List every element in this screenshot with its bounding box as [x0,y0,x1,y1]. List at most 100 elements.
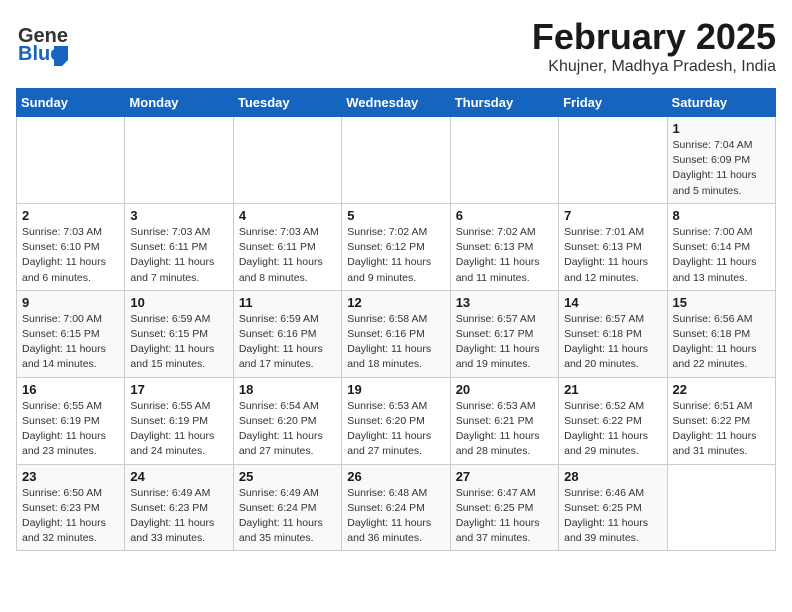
calendar-cell: 28 Sunrise: 6:46 AM Sunset: 6:25 PM Dayli… [559,464,667,551]
calendar-cell: 16 Sunrise: 6:55 AM Sunset: 6:19 PM Dayli… [17,377,125,464]
day-number: 9 [22,295,119,310]
day-info: Sunrise: 7:02 AM Sunset: 6:12 PM Dayligh… [347,225,444,286]
day-info: Sunrise: 7:03 AM Sunset: 6:10 PM Dayligh… [22,225,119,286]
day-info: Sunrise: 7:00 AM Sunset: 6:14 PM Dayligh… [673,225,770,286]
calendar-cell [125,117,233,204]
day-number: 10 [130,295,227,310]
calendar-cell: 6 Sunrise: 7:02 AM Sunset: 6:13 PM Daylig… [450,203,558,290]
day-info: Sunrise: 6:53 AM Sunset: 6:21 PM Dayligh… [456,399,553,460]
day-number: 21 [564,382,661,397]
day-info: Sunrise: 6:58 AM Sunset: 6:16 PM Dayligh… [347,312,444,373]
day-info: Sunrise: 6:55 AM Sunset: 6:19 PM Dayligh… [130,399,227,460]
weekday-header-sunday: Sunday [17,89,125,117]
calendar-week-row: 9 Sunrise: 7:00 AM Sunset: 6:15 PM Daylig… [17,290,776,377]
calendar-cell: 11Sunrise: 6:59 AM Sunset: 6:16 PM Dayli… [233,290,341,377]
day-info: Sunrise: 6:49 AM Sunset: 6:23 PM Dayligh… [130,486,227,547]
calendar-cell [342,117,450,204]
calendar-cell [559,117,667,204]
day-info: Sunrise: 6:54 AM Sunset: 6:20 PM Dayligh… [239,399,336,460]
weekday-header-wednesday: Wednesday [342,89,450,117]
day-number: 22 [673,382,770,397]
calendar-week-row: 2 Sunrise: 7:03 AM Sunset: 6:10 PM Daylig… [17,203,776,290]
day-number: 3 [130,208,227,223]
day-info: Sunrise: 6:57 AM Sunset: 6:18 PM Dayligh… [564,312,661,373]
day-info: Sunrise: 6:59 AM Sunset: 6:16 PM Dayligh… [239,312,336,373]
day-number: 6 [456,208,553,223]
calendar-title: February 2025 [532,16,776,58]
calendar-week-row: 23 Sunrise: 6:50 AM Sunset: 6:23 PM Dayli… [17,464,776,551]
day-info: Sunrise: 7:02 AM Sunset: 6:13 PM Dayligh… [456,225,553,286]
day-info: Sunrise: 6:48 AM Sunset: 6:24 PM Dayligh… [347,486,444,547]
day-info: Sunrise: 6:51 AM Sunset: 6:22 PM Dayligh… [673,399,770,460]
day-number: 26 [347,469,444,484]
page-header: General Blue February 2025 Khujner, Madh… [16,16,776,76]
weekday-header-friday: Friday [559,89,667,117]
day-number: 16 [22,382,119,397]
day-info: Sunrise: 7:01 AM Sunset: 6:13 PM Dayligh… [564,225,661,286]
day-info: Sunrise: 6:46 AM Sunset: 6:25 PM Dayligh… [564,486,661,547]
day-number: 1 [673,121,770,136]
calendar-cell [233,117,341,204]
day-number: 8 [673,208,770,223]
day-number: 2 [22,208,119,223]
calendar-cell: 17Sunrise: 6:55 AM Sunset: 6:19 PM Dayli… [125,377,233,464]
day-info: Sunrise: 6:55 AM Sunset: 6:19 PM Dayligh… [22,399,119,460]
calendar-week-row: 16 Sunrise: 6:55 AM Sunset: 6:19 PM Dayli… [17,377,776,464]
day-number: 5 [347,208,444,223]
calendar-cell: 25Sunrise: 6:49 AM Sunset: 6:24 PM Dayli… [233,464,341,551]
day-info: Sunrise: 6:59 AM Sunset: 6:15 PM Dayligh… [130,312,227,373]
calendar-cell: 9 Sunrise: 7:00 AM Sunset: 6:15 PM Daylig… [17,290,125,377]
title-section: February 2025 Khujner, Madhya Pradesh, I… [532,16,776,76]
day-number: 12 [347,295,444,310]
weekday-header-row: SundayMondayTuesdayWednesdayThursdayFrid… [17,89,776,117]
calendar-cell: 22 Sunrise: 6:51 AM Sunset: 6:22 PM Dayli… [667,377,775,464]
calendar-cell: 2 Sunrise: 7:03 AM Sunset: 6:10 PM Daylig… [17,203,125,290]
weekday-header-saturday: Saturday [667,89,775,117]
calendar-cell: 27 Sunrise: 6:47 AM Sunset: 6:25 PM Dayli… [450,464,558,551]
day-number: 20 [456,382,553,397]
calendar-cell: 18 Sunrise: 6:54 AM Sunset: 6:20 PM Dayli… [233,377,341,464]
calendar-cell: 23 Sunrise: 6:50 AM Sunset: 6:23 PM Dayli… [17,464,125,551]
day-number: 19 [347,382,444,397]
calendar-cell: 4Sunrise: 7:03 AM Sunset: 6:11 PM Daylig… [233,203,341,290]
day-number: 24 [130,469,227,484]
day-info: Sunrise: 6:56 AM Sunset: 6:18 PM Dayligh… [673,312,770,373]
calendar-cell: 19 Sunrise: 6:53 AM Sunset: 6:20 PM Dayli… [342,377,450,464]
weekday-header-monday: Monday [125,89,233,117]
day-info: Sunrise: 7:04 AM Sunset: 6:09 PM Dayligh… [673,138,770,199]
calendar-cell: 13 Sunrise: 6:57 AM Sunset: 6:17 PM Dayli… [450,290,558,377]
day-info: Sunrise: 6:47 AM Sunset: 6:25 PM Dayligh… [456,486,553,547]
calendar-week-row: 1 Sunrise: 7:04 AM Sunset: 6:09 PM Daylig… [17,117,776,204]
day-number: 27 [456,469,553,484]
calendar-cell [17,117,125,204]
day-number: 18 [239,382,336,397]
day-info: Sunrise: 7:00 AM Sunset: 6:15 PM Dayligh… [22,312,119,373]
day-info: Sunrise: 6:57 AM Sunset: 6:17 PM Dayligh… [456,312,553,373]
day-number: 7 [564,208,661,223]
day-number: 13 [456,295,553,310]
calendar-cell: 3 Sunrise: 7:03 AM Sunset: 6:11 PM Daylig… [125,203,233,290]
logo-icon: General Blue [16,16,68,68]
calendar-cell: 10 Sunrise: 6:59 AM Sunset: 6:15 PM Dayli… [125,290,233,377]
day-info: Sunrise: 7:03 AM Sunset: 6:11 PM Dayligh… [130,225,227,286]
weekday-header-thursday: Thursday [450,89,558,117]
calendar-cell: 26 Sunrise: 6:48 AM Sunset: 6:24 PM Dayli… [342,464,450,551]
calendar-cell: 15 Sunrise: 6:56 AM Sunset: 6:18 PM Dayli… [667,290,775,377]
day-info: Sunrise: 6:50 AM Sunset: 6:23 PM Dayligh… [22,486,119,547]
calendar-cell: 20 Sunrise: 6:53 AM Sunset: 6:21 PM Dayli… [450,377,558,464]
day-info: Sunrise: 6:49 AM Sunset: 6:24 PM Dayligh… [239,486,336,547]
day-number: 14 [564,295,661,310]
calendar-cell: 24 Sunrise: 6:49 AM Sunset: 6:23 PM Dayli… [125,464,233,551]
day-info: Sunrise: 6:53 AM Sunset: 6:20 PM Dayligh… [347,399,444,460]
calendar-cell: 21 Sunrise: 6:52 AM Sunset: 6:22 PM Dayli… [559,377,667,464]
calendar-table: SundayMondayTuesdayWednesdayThursdayFrid… [16,88,776,551]
day-info: Sunrise: 6:52 AM Sunset: 6:22 PM Dayligh… [564,399,661,460]
day-number: 15 [673,295,770,310]
calendar-cell: 5 Sunrise: 7:02 AM Sunset: 6:12 PM Daylig… [342,203,450,290]
calendar-cell: 8 Sunrise: 7:00 AM Sunset: 6:14 PM Daylig… [667,203,775,290]
calendar-cell [450,117,558,204]
logo: General Blue [16,16,68,68]
day-number: 28 [564,469,661,484]
day-number: 23 [22,469,119,484]
calendar-cell: 14 Sunrise: 6:57 AM Sunset: 6:18 PM Dayli… [559,290,667,377]
